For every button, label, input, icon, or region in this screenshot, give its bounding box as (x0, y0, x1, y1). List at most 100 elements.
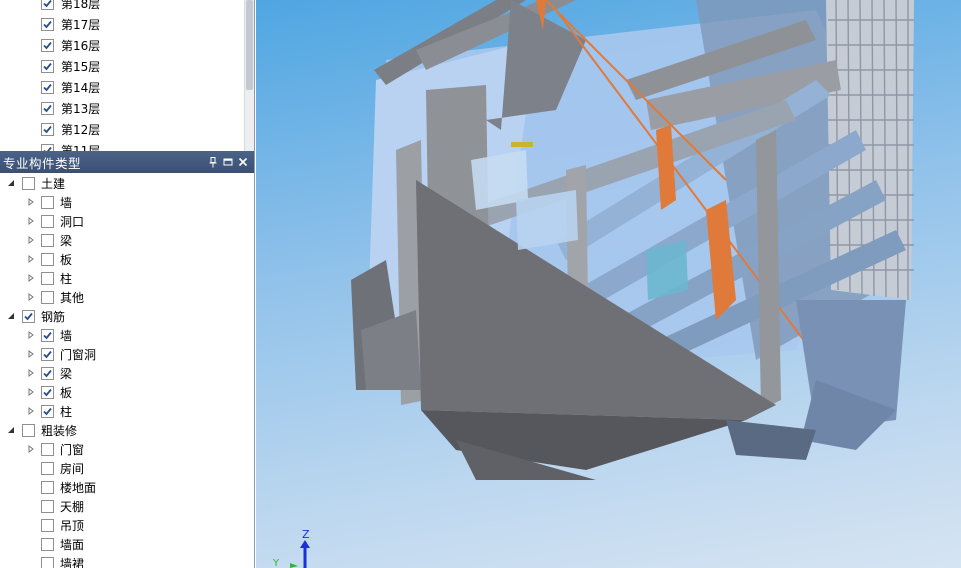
pin-icon[interactable] (207, 156, 219, 168)
tree-checkbox[interactable] (41, 215, 54, 228)
floor-label: 第16层 (61, 38, 101, 53)
tree-label: 钢筋 (41, 310, 66, 324)
floor-item[interactable]: 第16层 (41, 35, 100, 55)
tree-item[interactable]: 板 (41, 383, 72, 402)
floor-checkbox[interactable] (41, 0, 54, 10)
tree-item[interactable]: 吊顶 (41, 516, 84, 535)
floor-label: 第11层 (61, 143, 101, 152)
tree-item[interactable]: 洞口 (41, 212, 84, 231)
tree-item[interactable]: 墙 (41, 193, 72, 212)
tree-item[interactable]: 柱 (41, 402, 72, 421)
tree-item[interactable]: 天棚 (41, 497, 84, 516)
scrollbar-thumb[interactable] (246, 0, 253, 90)
tree-checkbox[interactable] (41, 386, 54, 399)
tree-item[interactable]: 房间 (41, 459, 84, 478)
floor-checkbox[interactable] (41, 17, 54, 31)
floor-label: 第18层 (61, 0, 101, 11)
tree-label: 洞口 (60, 215, 85, 229)
tree-item[interactable]: 楼地面 (41, 478, 96, 497)
floor-item[interactable]: 第18层 (41, 0, 100, 13)
tree-checkbox[interactable] (22, 424, 35, 437)
floor-item[interactable]: 第17层 (41, 14, 100, 34)
tree-checkbox[interactable] (41, 253, 54, 266)
floor-checkbox[interactable] (41, 38, 54, 52)
tree-checkbox[interactable] (41, 519, 54, 532)
tree-label: 梁 (60, 367, 73, 381)
floor-checkbox[interactable] (41, 101, 54, 115)
floor-item[interactable]: 第13层 (41, 98, 100, 118)
close-icon[interactable] (237, 156, 249, 168)
tree-checkbox[interactable] (41, 367, 54, 380)
collapsed-arrow-icon[interactable] (26, 368, 36, 378)
tree-label: 土建 (41, 177, 66, 191)
expanded-arrow-icon[interactable] (6, 178, 16, 188)
tree-checkbox[interactable] (41, 557, 54, 568)
collapsed-arrow-icon[interactable] (26, 273, 36, 283)
floor-checkbox[interactable] (41, 80, 54, 94)
tree-item[interactable]: 板 (41, 250, 72, 269)
tree-label: 柱 (60, 405, 73, 419)
tree-checkbox[interactable] (41, 538, 54, 551)
tree-category[interactable]: 钢筋 (22, 307, 65, 326)
collapsed-arrow-icon[interactable] (26, 444, 36, 454)
tree-item[interactable]: 其他 (41, 288, 84, 307)
tree-checkbox[interactable] (41, 291, 54, 304)
tree-checkbox[interactable] (22, 310, 35, 323)
tree-checkbox[interactable] (22, 177, 35, 190)
collapsed-arrow-icon[interactable] (26, 292, 36, 302)
collapsed-arrow-icon[interactable] (26, 235, 36, 245)
tree-checkbox[interactable] (41, 443, 54, 456)
collapsed-arrow-icon[interactable] (26, 349, 36, 359)
tree-item[interactable]: 墙裙 (41, 554, 84, 568)
floor-list-scrollbar[interactable] (244, 0, 254, 151)
tree-label: 吊顶 (60, 519, 85, 533)
tree-checkbox[interactable] (41, 196, 54, 209)
tree-checkbox[interactable] (41, 405, 54, 418)
tree-item[interactable]: 墙面 (41, 535, 84, 554)
tree-checkbox[interactable] (41, 234, 54, 247)
tree-label: 墙 (60, 196, 73, 210)
tree-label: 门窗 (60, 443, 85, 457)
tree-label: 墙 (60, 329, 73, 343)
3d-viewport[interactable]: Z Y (256, 0, 961, 568)
floor-checkbox[interactable] (41, 122, 54, 136)
floor-label: 第17层 (61, 17, 101, 32)
tree-label: 天棚 (60, 500, 85, 514)
building-model-render[interactable] (256, 0, 961, 568)
tree-item[interactable]: 梁 (41, 364, 72, 383)
tree-checkbox[interactable] (41, 348, 54, 361)
panel-title: 专业构件类型 (3, 155, 82, 171)
tree-checkbox[interactable] (41, 500, 54, 513)
tree-item[interactable]: 门窗洞 (41, 345, 96, 364)
tree-checkbox[interactable] (41, 462, 54, 475)
tree-item[interactable]: 墙 (41, 326, 72, 345)
tree-item[interactable]: 门窗 (41, 440, 84, 459)
collapsed-arrow-icon[interactable] (26, 387, 36, 397)
component-type-tree: 土建墙洞口梁板柱其他 钢筋墙门窗洞梁板柱粗装修 门窗 房间 楼地面 天棚 吊顶 墙面 墙裙 (0, 173, 254, 568)
tree-category[interactable]: 粗装修 (22, 421, 77, 440)
tree-item[interactable]: 梁 (41, 231, 72, 250)
floor-checkbox[interactable] (41, 59, 54, 73)
floor-item[interactable]: 第14层 (41, 77, 100, 97)
collapsed-arrow-icon[interactable] (26, 330, 36, 340)
expanded-arrow-icon[interactable] (6, 311, 16, 321)
floor-item[interactable]: 第15层 (41, 56, 100, 76)
floor-item[interactable]: 第12层 (41, 119, 100, 139)
tree-label: 粗装修 (41, 424, 78, 438)
tree-checkbox[interactable] (41, 329, 54, 342)
tree-checkbox[interactable] (41, 272, 54, 285)
collapsed-arrow-icon[interactable] (26, 406, 36, 416)
floor-checkbox[interactable] (41, 143, 54, 151)
restore-icon[interactable] (222, 156, 234, 168)
tree-checkbox[interactable] (41, 481, 54, 494)
tree-category[interactable]: 土建 (22, 174, 65, 193)
tree-label: 房间 (60, 462, 85, 476)
tree-label: 楼地面 (60, 481, 97, 495)
floor-item[interactable]: 第11层 (41, 140, 100, 151)
tree-label: 墙面 (60, 538, 85, 552)
tree-item[interactable]: 柱 (41, 269, 72, 288)
collapsed-arrow-icon[interactable] (26, 254, 36, 264)
collapsed-arrow-icon[interactable] (26, 197, 36, 207)
expanded-arrow-icon[interactable] (6, 425, 16, 435)
collapsed-arrow-icon[interactable] (26, 216, 36, 226)
